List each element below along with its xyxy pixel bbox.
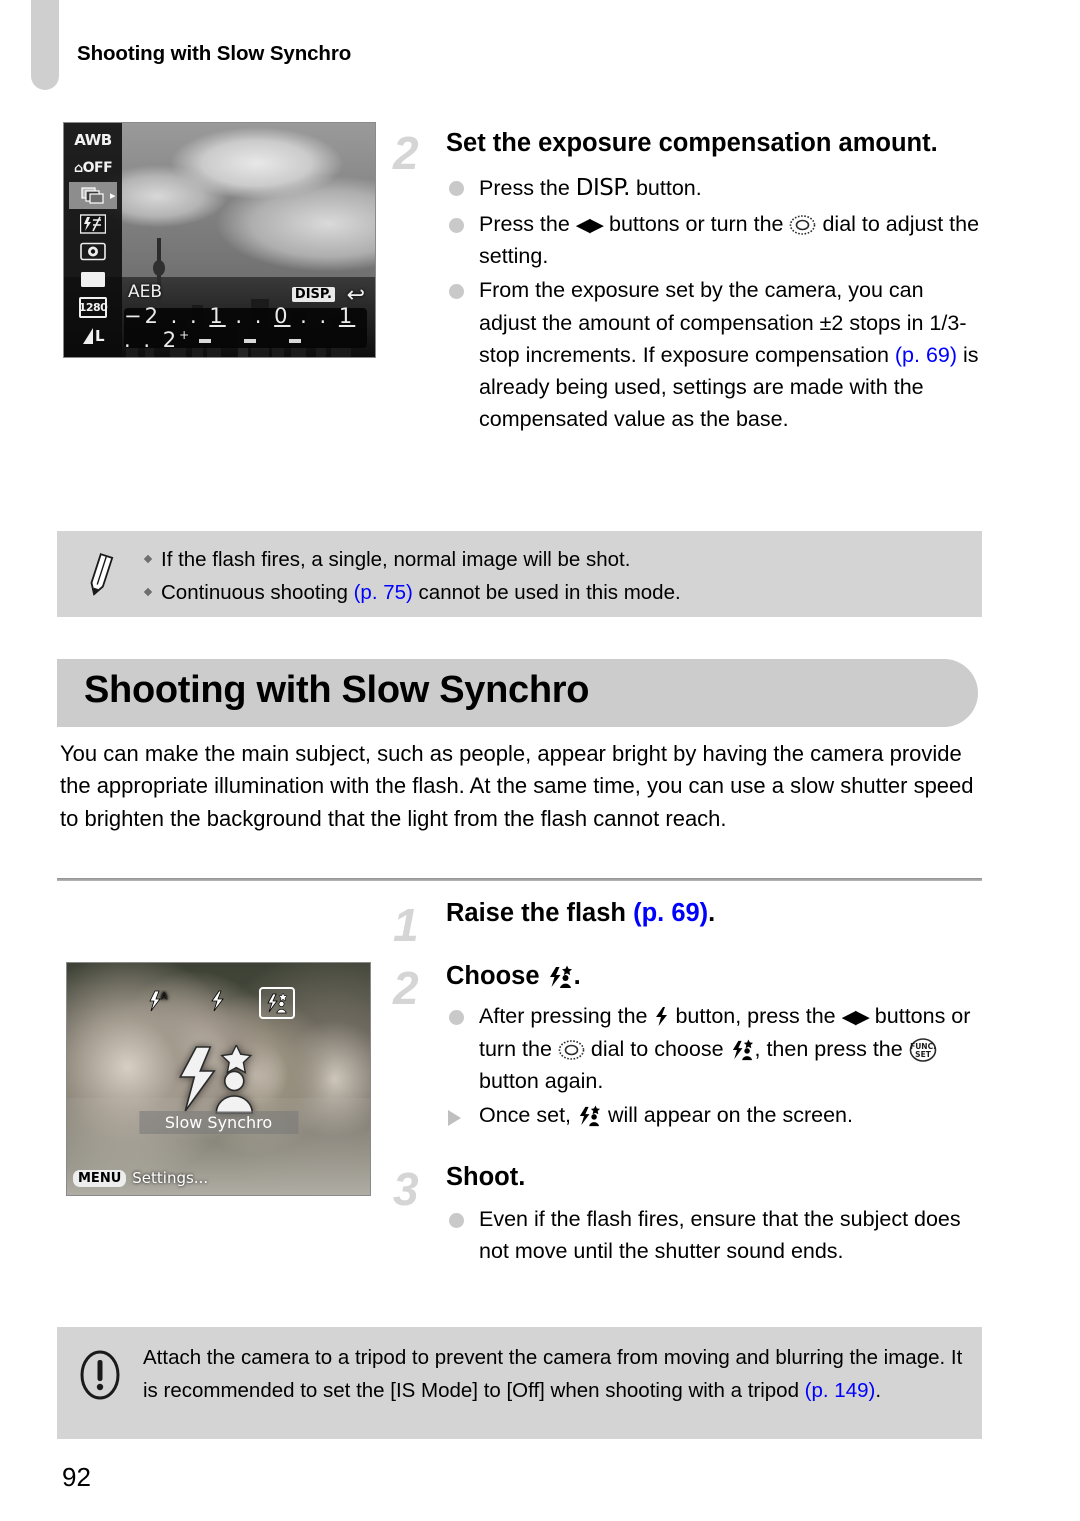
func-item-flash-exposure-comp[interactable] [69,210,117,237]
func-item-drive-bracketing[interactable] [69,182,117,209]
list-item: Once set, will appear on the screen. [446,1099,985,1131]
section-divider [57,878,982,881]
step-number: 2 [393,962,419,1014]
disp-glyph: DISP. [575,175,631,202]
note-list: If the flash fires, a single, normal ima… [143,543,966,609]
flash-mode-selector[interactable]: A [67,987,370,1019]
aeb-exposure-screen: AWB ⌂OFF ▸ 1280 L AEB DISP. ↩ −2 . . 1 .… [63,122,376,358]
list-item: Press the ◀▶ buttons or turn the dial to… [446,208,985,273]
step-bullets: After pressing the button, press the ◀▶ … [446,1000,985,1131]
metering-icon [80,242,106,261]
step-title: Choose . [446,962,581,990]
running-header: Shooting with Slow Synchro [77,42,352,65]
slow-synchro-flash-screen: A Slow Synchro MENU Settings... [66,962,371,1196]
manual-page: Shooting with Slow Synchro AWB ⌂OFF ▸ 12… [0,0,1080,1521]
slow-synchro-icon [732,1039,753,1060]
bullet-dot [449,1010,464,1026]
flash-icon [656,1007,668,1027]
menu-button-chip[interactable]: MENU [73,1169,127,1187]
step-1-raise-flash: 1 Raise the flash (p. 69). [393,898,985,948]
aeb-label: AEB [128,282,163,302]
aspect-ratio-icon [81,272,105,287]
func-item-metering[interactable] [69,238,117,265]
note-body: If the flash fires, a single, normal ima… [143,543,982,617]
menu-settings-label: Settings... [132,1169,209,1187]
list-item: Press the DISP. button. [446,171,985,206]
left-right-buttons-icon: ◀▶ [841,1007,870,1029]
func-set-icon: FUNC.SET [909,1037,937,1062]
page-number: 92 [62,1462,91,1492]
step-3-shoot: 3 Shoot. Even if the flash fires, ensure… [393,1162,985,1268]
flash-exposure-comp-icon [80,213,106,234]
control-dial-icon [790,214,816,235]
func-item-my-colors[interactable]: ⌂OFF [69,154,117,181]
bullet-square [143,587,153,597]
disp-button-chip[interactable]: DISP. [291,287,335,302]
page-reference[interactable]: (p. 149) [805,1379,876,1402]
caution-body: Attach the camera to a tripod to prevent… [143,1341,982,1439]
list-item: From the exposure set by the camera, you… [446,274,985,435]
section-heading-bar: Shooting with Slow Synchro [57,659,978,727]
svg-text:A: A [161,992,168,1002]
list-item: Even if the flash fires, ensure that the… [446,1203,985,1268]
step-number: 3 [393,1163,419,1215]
func-item-white-balance[interactable]: AWB [69,126,117,153]
page-reference[interactable]: (p. 75) [354,581,413,604]
exposure-tick-row [64,339,375,344]
func-item-image-quality[interactable]: L [69,322,117,349]
step-bullets: Even if the flash fires, ensure that the… [446,1203,985,1268]
note-callout-box: If the flash fires, a single, normal ima… [57,531,982,617]
func-menu-sidebar[interactable]: AWB ⌂OFF ▸ 1280 L [64,123,122,357]
step-number: 2 [393,127,419,179]
bullet-dot [449,217,464,233]
return-arrow-icon: ↩ [346,282,365,307]
bullet-dot [449,284,464,300]
bullet-dot [449,1213,464,1229]
flash-mode-label: Slow Synchro [138,1111,299,1134]
list-item: After pressing the button, press the ◀▶ … [446,1000,985,1097]
step-2-top: 2 Set the exposure compensation amount. … [393,128,985,436]
flash-auto-icon[interactable]: A [143,987,175,1015]
page-reference[interactable]: (p. 69) [895,343,957,367]
func-item-aspect-ratio[interactable] [69,266,117,293]
step-title: Set the exposure compensation amount. [446,129,938,157]
caution-callout-box: Attach the camera to a tripod to prevent… [57,1327,982,1439]
aeb-bracket-icon [81,187,104,204]
left-right-buttons-icon: ◀▶ [575,214,604,236]
chapter-edge-tab [31,0,59,90]
menu-settings-hint[interactable]: MENU Settings... [73,1169,208,1187]
section-intro-paragraph: You can make the main subject, such as p… [60,741,974,831]
slow-synchro-icon [579,1105,601,1127]
svg-text:SET: SET [915,1050,932,1059]
slow-synchro-large-icon [174,1043,260,1120]
func-item-movie-resolution[interactable]: 1280 [69,294,117,321]
step-number: 1 [393,899,419,951]
page-title: Shooting with Slow Synchro [84,669,590,711]
bullet-dot [449,181,464,197]
flash-on-icon[interactable] [201,987,233,1015]
slow-synchro-icon[interactable] [258,987,295,1019]
step-title: Raise the flash (p. 69). [446,899,716,927]
page-reference[interactable]: (p. 69) [633,899,708,927]
pencil-icon [57,543,143,617]
exclamation-icon [57,1341,143,1439]
list-item: If the flash fires, a single, normal ima… [143,543,966,576]
bullet-square [143,554,153,564]
step-bullets: Press the DISP. button. Press the ◀▶ but… [446,171,985,436]
bullet-triangle [448,1110,461,1127]
slow-synchro-icon [549,965,572,988]
caution-text: Attach the camera to a tripod to prevent… [143,1346,963,1403]
step-2-choose-slow-synchro: 2 Choose . After pressing the button, pr… [393,961,985,1131]
control-dial-icon [558,1039,585,1060]
list-item: Continuous shooting (p. 75) cannot be us… [143,576,966,609]
step-title: Shoot. [446,1163,526,1191]
